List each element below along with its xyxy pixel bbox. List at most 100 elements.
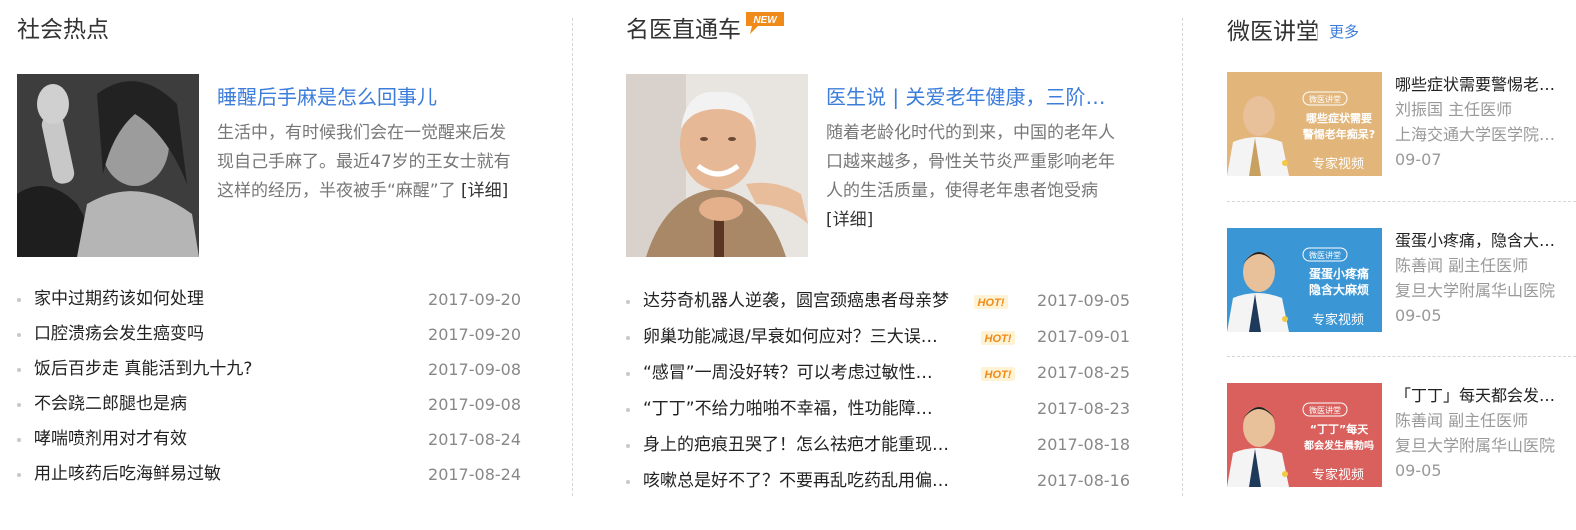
feature-image[interactable]	[626, 74, 808, 257]
new-badge-icon: NEW	[746, 12, 784, 34]
lecture-hospital: 复旦大学附属华山医院	[1395, 436, 1556, 455]
news-title-link[interactable]: 用止咳药后吃海鲜易过敏	[34, 457, 354, 492]
famous-doctor-section: 名医直通车 NEW 医生说 | 关爱老年健康，三阶… 随着老龄化时代的到来，中国…	[626, 0, 1131, 530]
list-item: 用止咳药后吃海鲜易过敏 2017-08-24	[17, 457, 522, 492]
section-title: 社会热点	[17, 17, 109, 43]
list-item: 达芬奇机器人逆袭，圆宫颈癌患者母亲梦 HOT! 2017-09-05	[626, 283, 1131, 319]
news-title-link[interactable]: 不会跷二郎腿也是病	[34, 387, 354, 422]
thumb-logo: 微医讲堂	[1309, 94, 1341, 104]
list-item: “感冒”一周没好转？可以考虑过敏性… HOT! 2017-08-25	[626, 355, 1131, 391]
news-date: 2017-08-24	[428, 430, 521, 449]
news-date: 2017-09-20	[428, 290, 521, 309]
news-date: 2017-09-01	[1037, 327, 1130, 346]
list-item: 家中过期药该如何处理 2017-09-20	[17, 282, 522, 317]
news-title-link[interactable]: 口腔溃疡会发生癌变吗	[34, 317, 354, 352]
thumb-tag: 专家视频	[1312, 312, 1364, 328]
bullet-icon	[17, 438, 21, 442]
section-title: 名医直通车	[626, 17, 741, 43]
detail-link[interactable]: [详细]	[826, 210, 873, 230]
column-divider	[572, 18, 573, 496]
hot-icon: HOT!	[981, 367, 1015, 381]
lecture-divider	[1227, 356, 1576, 357]
bullet-icon	[626, 480, 630, 484]
lecture-item: 微医讲堂 “丁丁”每天 都会发生晨勃吗 专家视频 「丁丁」每天都会发… 陈善闻 …	[1227, 383, 1576, 487]
section-title: 微医讲堂	[1227, 19, 1319, 45]
badge-text: NEW	[753, 15, 778, 26]
news-list: 家中过期药该如何处理 2017-09-20 口腔溃疡会发生癌变吗 2017-09…	[17, 282, 522, 492]
news-date: 2017-09-20	[428, 325, 521, 344]
thumb-line-1: 哪些症状需要	[1306, 111, 1372, 125]
news-list: 达芬奇机器人逆袭，圆宫颈癌患者母亲梦 HOT! 2017-09-05 卵巢功能减…	[626, 283, 1131, 499]
hot-text: HOT!	[978, 297, 1005, 309]
list-item: “丁丁”不给力啪啪不幸福，性功能障… 2017-08-23	[626, 391, 1131, 427]
bullet-icon	[17, 473, 21, 477]
feature-title-link[interactable]: 医生说 | 关爱老年健康，三阶…	[826, 84, 1126, 110]
news-title-link[interactable]: 哮喘喷剂用对才有效	[34, 422, 354, 457]
lecture-divider	[1227, 201, 1576, 202]
thumb-line-2: 警惕老年痴呆?	[1302, 127, 1375, 141]
news-date: 2017-09-05	[1037, 291, 1130, 310]
feature-description: 随着老龄化时代的到来，中国的老年人口越来越多，骨性关节炎严重影响老年人的生活质量…	[826, 119, 1126, 235]
lecture-item: 微医讲堂 哪些症状需要 警惕老年痴呆? 专家视频 哪些症状需要警惕老… 刘振国 …	[1227, 72, 1576, 176]
thumb-line-1: 蛋蛋小疼痛	[1309, 266, 1369, 281]
list-item: 卵巢功能减退/早衰如何应对？三大误… HOT! 2017-09-01	[626, 319, 1131, 355]
news-title-link[interactable]: “感冒”一周没好转？可以考虑过敏性…	[643, 355, 963, 391]
lecture-doctor: 刘振国 主任医师	[1395, 100, 1513, 119]
list-item: 咳嗽总是好不了？不要再乱吃药乱用偏… 2017-08-16	[626, 463, 1131, 499]
lecture-thumbnail[interactable]: 微医讲堂 蛋蛋小疼痛 隐含大麻烦 专家视频	[1227, 228, 1382, 332]
lecture-title-link[interactable]: 「丁丁」每天都会发…	[1395, 383, 1576, 409]
news-title-link[interactable]: 饭后百步走 真能活到九十九?	[34, 352, 354, 387]
bullet-icon	[626, 408, 630, 412]
lecture-doctor: 陈善闻 副主任医师	[1395, 411, 1529, 430]
lecture-title-link[interactable]: 哪些症状需要警惕老…	[1395, 72, 1576, 98]
news-title-link[interactable]: 身上的疤痕丑哭了！怎么祛疤才能重现…	[643, 427, 963, 463]
news-date: 2017-08-24	[428, 465, 521, 484]
thumb-line-2: 都会发生晨勃吗	[1303, 439, 1374, 452]
feature-desc-text: 随着老龄化时代的到来，中国的老年人口越来越多，骨性关节炎严重影响老年人的生活质量…	[826, 123, 1115, 201]
thumb-logo: 微医讲堂	[1309, 405, 1341, 415]
news-date: 2017-08-18	[1037, 435, 1130, 454]
news-date: 2017-08-16	[1037, 471, 1130, 490]
more-link[interactable]: 更多	[1316, 16, 1359, 48]
feature-image[interactable]	[17, 74, 199, 257]
news-title-link[interactable]: 家中过期药该如何处理	[34, 282, 354, 317]
news-title-link[interactable]: 咳嗽总是好不了？不要再乱吃药乱用偏…	[643, 463, 963, 499]
bullet-icon	[17, 403, 21, 407]
micro-lecture-section: 微医讲堂 更多 微医讲堂 哪些症状需要 警惕老年痴呆? 专家视频 哪些症状需要警…	[1227, 0, 1576, 530]
hot-icon: HOT!	[974, 295, 1008, 309]
bullet-icon	[626, 372, 630, 376]
list-item: 身上的疤痕丑哭了！怎么祛疤才能重现… 2017-08-18	[626, 427, 1131, 463]
lecture-item: 微医讲堂 蛋蛋小疼痛 隐含大麻烦 专家视频 蛋蛋小疼痛，隐含大… 陈善闻 副主任…	[1227, 228, 1576, 332]
lecture-date: 09-07	[1395, 150, 1442, 169]
feature-title-link[interactable]: 睡醒后手麻是怎么回事儿	[217, 84, 517, 110]
lecture-hospital: 上海交通大学医学院…	[1395, 125, 1556, 144]
news-date: 2017-08-23	[1037, 399, 1130, 418]
news-title-link[interactable]: 卵巢功能减退/早衰如何应对？三大误…	[643, 319, 963, 355]
news-date: 2017-09-08	[428, 395, 521, 414]
thumb-line-1: “丁丁”每天	[1310, 422, 1369, 436]
lecture-thumbnail[interactable]: 微医讲堂 哪些症状需要 警惕老年痴呆? 专家视频	[1227, 72, 1382, 176]
news-title-link[interactable]: 达芬奇机器人逆袭，圆宫颈癌患者母亲梦	[643, 283, 963, 319]
lecture-date: 09-05	[1395, 461, 1442, 480]
bullet-icon	[626, 444, 630, 448]
news-date: 2017-08-25	[1037, 363, 1130, 382]
detail-link[interactable]: [详细]	[461, 181, 508, 201]
bullet-icon	[17, 333, 21, 337]
lecture-doctor: 陈善闻 副主任医师	[1395, 256, 1529, 275]
column-divider	[1182, 18, 1183, 496]
thumb-tag: 专家视频	[1312, 156, 1364, 172]
lecture-hospital: 复旦大学附属华山医院	[1395, 281, 1556, 300]
bullet-icon	[17, 368, 21, 372]
hot-icon: HOT!	[981, 331, 1015, 345]
thumb-logo: 微医讲堂	[1309, 250, 1341, 260]
lecture-date: 09-05	[1395, 306, 1442, 325]
news-title-link[interactable]: “丁丁”不给力啪啪不幸福，性功能障…	[643, 391, 963, 427]
thumb-line-2: 隐含大麻烦	[1309, 282, 1369, 297]
lecture-title-link[interactable]: 蛋蛋小疼痛，隐含大…	[1395, 228, 1576, 254]
list-item: 不会跷二郎腿也是病 2017-09-08	[17, 387, 522, 422]
bullet-icon	[626, 300, 630, 304]
thumb-tag: 专家视频	[1312, 467, 1364, 483]
lecture-thumbnail[interactable]: 微医讲堂 “丁丁”每天 都会发生晨勃吗 专家视频	[1227, 383, 1382, 487]
hot-text: HOT!	[985, 369, 1012, 381]
list-item: 饭后百步走 真能活到九十九? 2017-09-08	[17, 352, 522, 387]
